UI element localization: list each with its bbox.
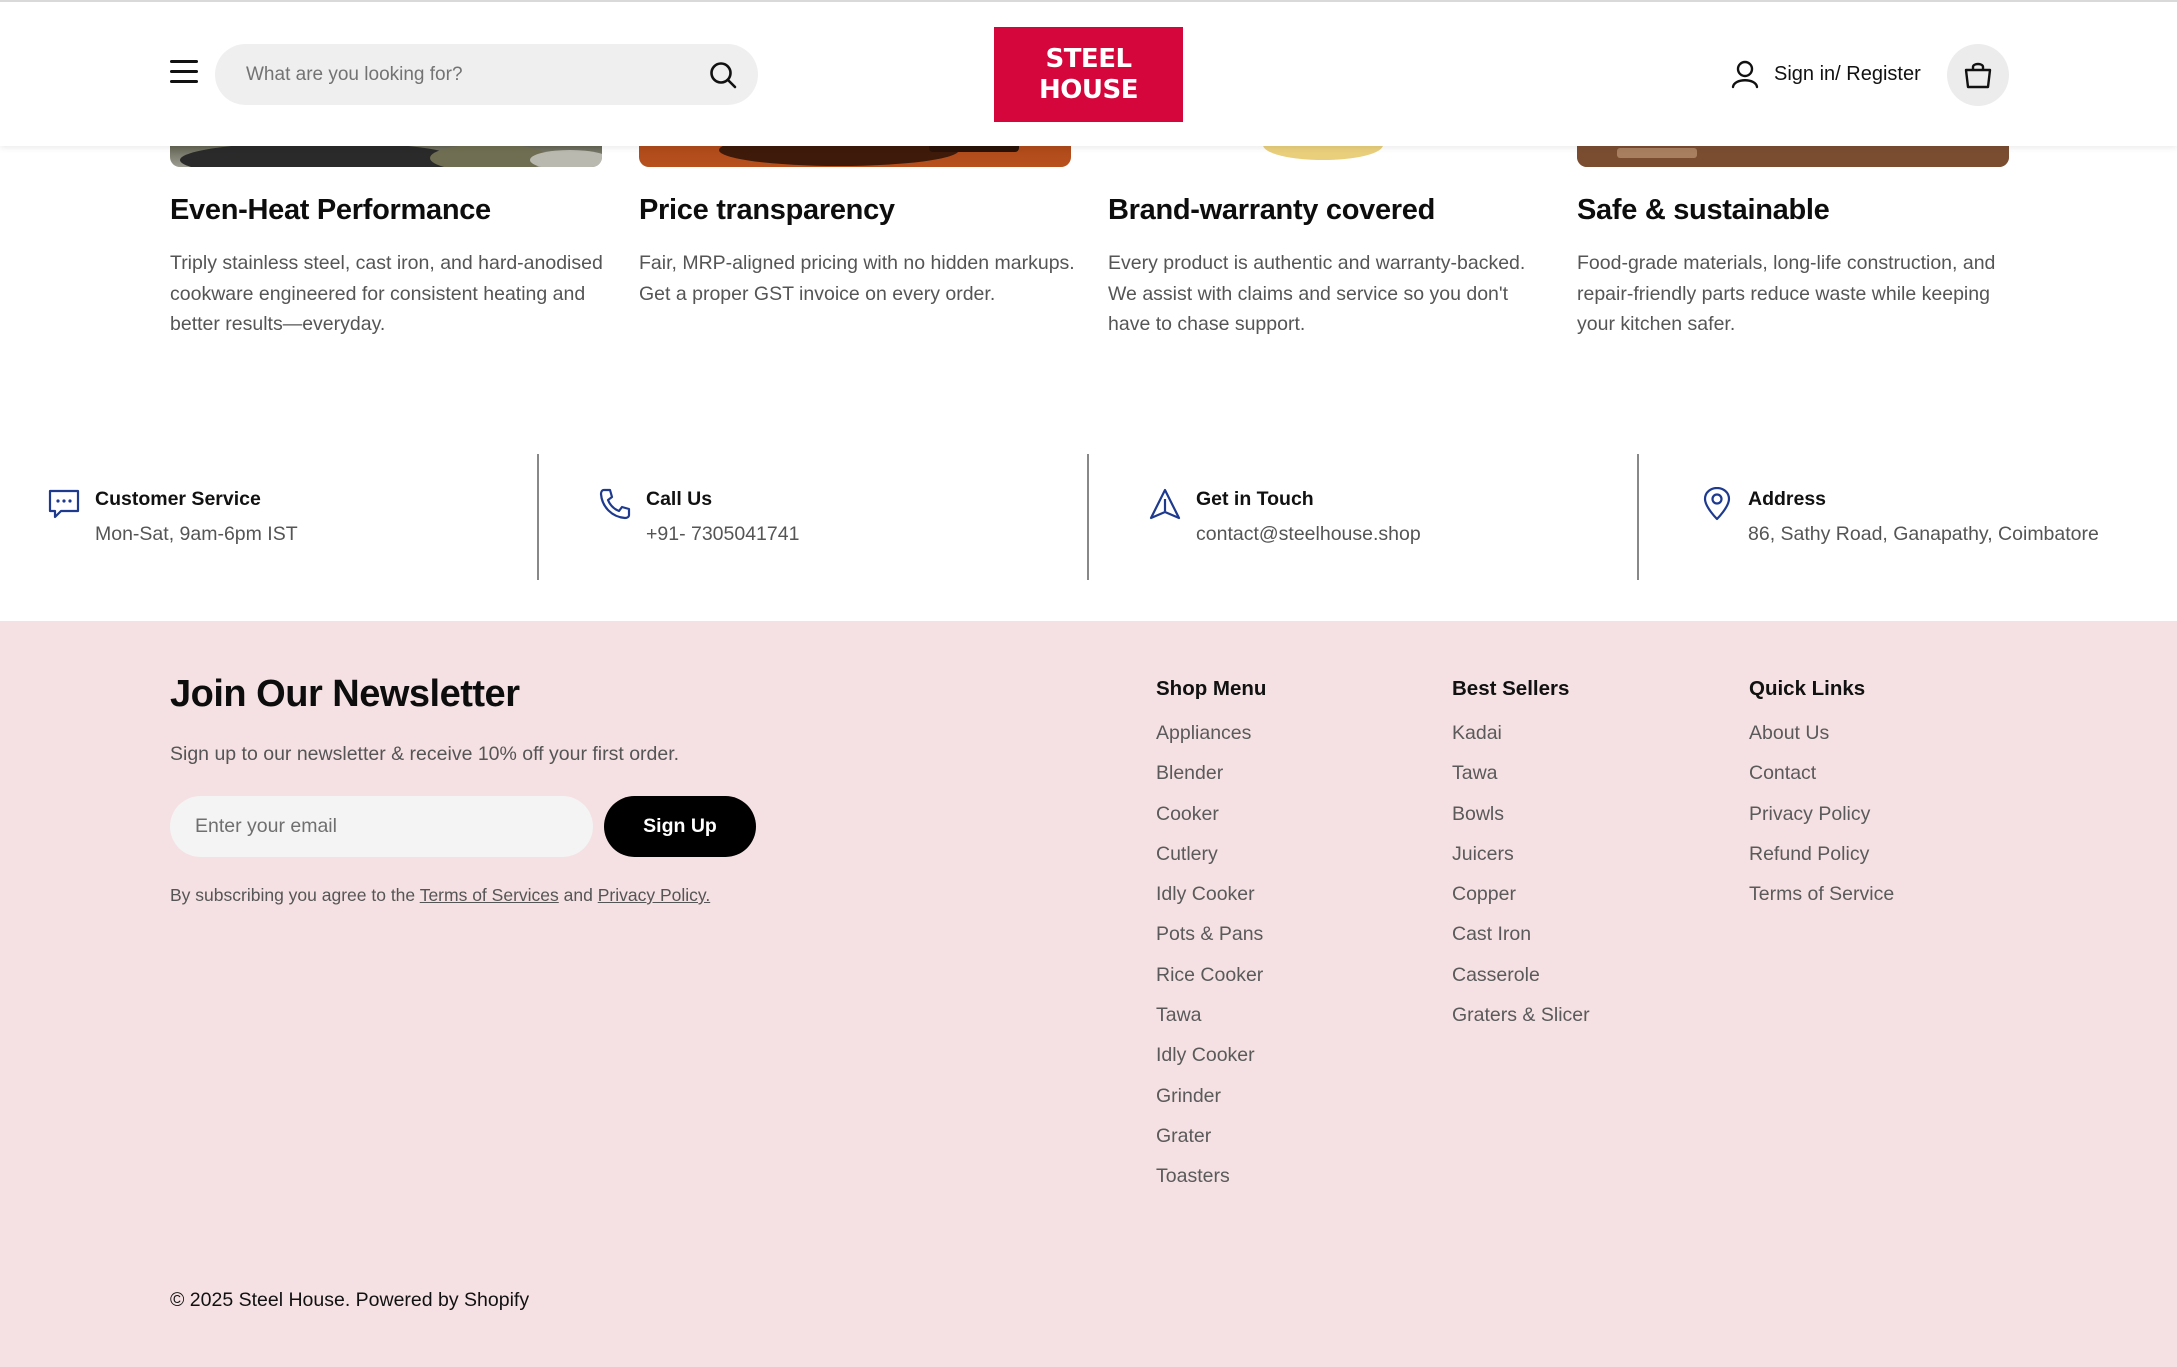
footer-link[interactable]: Copper <box>1452 874 1590 914</box>
footer-link[interactable]: Cooker <box>1156 794 1266 834</box>
feature-title: Even-Heat Performance <box>170 194 491 226</box>
sign-in-register-link[interactable]: Sign in/ Register <box>1730 56 1921 92</box>
contact-divider <box>1087 454 1089 580</box>
footer-link[interactable]: Blender <box>1156 753 1266 793</box>
header-top-border <box>0 0 2177 2</box>
shopping-bag-icon <box>1964 62 1992 89</box>
footer-link[interactable]: Privacy Policy <box>1749 794 1894 834</box>
send-icon <box>1149 488 1181 520</box>
terms-prefix: By subscribing you agree to the <box>170 885 416 905</box>
contact-title: Address <box>1748 488 1827 510</box>
feature-description: Food-grade materials, long-life construc… <box>1577 252 1996 335</box>
contact-title: Call Us <box>646 488 713 510</box>
search-bar <box>215 44 758 105</box>
footer-link[interactable]: Juicers <box>1452 834 1590 874</box>
footer-link-list: Kadai Tawa Bowls Juicers Copper Cast Iro… <box>1452 713 1590 1035</box>
footer-link[interactable]: Toasters <box>1156 1156 1266 1196</box>
footer-link[interactable]: Rice Cooker <box>1156 955 1266 995</box>
footer-link[interactable]: Kadai <box>1452 713 1590 753</box>
footer-link[interactable]: Idly Cooker <box>1156 1035 1266 1075</box>
contact-divider <box>1637 454 1639 580</box>
location-pin-icon <box>1703 487 1731 521</box>
menu-bar <box>170 70 198 73</box>
contact-value: 86, Sathy Road, Ganapathy, Coimbatore <box>1748 523 2099 545</box>
menu-bar <box>170 60 198 63</box>
contact-title: Get in Touch <box>1196 488 1314 510</box>
feature-description: Every product is authentic and warranty-… <box>1108 252 1526 335</box>
cart-button[interactable] <box>1947 44 2009 106</box>
footer-link[interactable]: Tawa <box>1156 995 1266 1035</box>
footer-column-shop-menu: Shop Menu Appliances Blender Cooker Cutl… <box>1156 677 1266 1197</box>
footer-link[interactable]: Terms of Service <box>1749 874 1894 914</box>
sign-in-label: Sign in/ Register <box>1774 62 1921 85</box>
newsletter-title: Join Our Newsletter <box>170 673 520 715</box>
contact-value: Mon-Sat, 9am-6pm IST <box>95 523 298 545</box>
site-footer: Join Our Newsletter Sign up to our newsl… <box>0 621 2177 1367</box>
footer-link[interactable]: Cutlery <box>1156 834 1266 874</box>
logo-text-line1: STEEL <box>1045 43 1132 74</box>
search-input[interactable] <box>246 44 686 105</box>
steel-house-logo[interactable]: STEEL HOUSE <box>994 27 1183 122</box>
site-header: STEEL HOUSE Sign in/ Register <box>0 0 2177 146</box>
sign-up-button[interactable]: Sign Up <box>604 796 756 857</box>
footer-link[interactable]: Appliances <box>1156 713 1266 753</box>
footer-column-title: Shop Menu <box>1156 677 1267 700</box>
search-icon[interactable] <box>708 60 738 90</box>
terms-and: and <box>563 885 593 905</box>
copyright-text: © 2025 Steel House. Powered by Shopify <box>170 1289 530 1311</box>
feature-description: Triply stainless steel, cast iron, and h… <box>170 252 603 335</box>
phone-icon <box>599 488 631 520</box>
newsletter-subtitle: Sign up to our newsletter & receive 10% … <box>170 743 680 765</box>
newsletter-email-input[interactable] <box>170 796 593 857</box>
terms-of-services-link[interactable]: Terms of Services <box>420 885 559 905</box>
footer-link-list: Appliances Blender Cooker Cutlery Idly C… <box>1156 713 1266 1197</box>
footer-link[interactable]: Grater <box>1156 1116 1266 1156</box>
logo-text-line2: HOUSE <box>1039 74 1138 105</box>
contact-divider <box>537 454 539 580</box>
footer-column-quick-links: Quick Links About Us Contact Privacy Pol… <box>1749 677 1894 914</box>
footer-column-title: Quick Links <box>1749 677 1866 700</box>
newsletter-terms: By subscribing you agree to the Terms of… <box>170 885 710 906</box>
feature-title: Price transparency <box>639 194 895 226</box>
footer-link[interactable]: About Us <box>1749 713 1894 753</box>
menu-bar <box>170 80 198 83</box>
feature-title: Brand-warranty covered <box>1108 194 1436 226</box>
chat-icon <box>48 489 80 519</box>
privacy-policy-link[interactable]: Privacy Policy. <box>598 885 710 905</box>
footer-link[interactable]: Idly Cooker <box>1156 874 1266 914</box>
contact-value[interactable]: +91- 7305041741 <box>646 523 799 546</box>
footer-link[interactable]: Bowls <box>1452 794 1590 834</box>
footer-link[interactable]: Graters & Slicer <box>1452 995 1590 1035</box>
footer-link[interactable]: Tawa <box>1452 753 1590 793</box>
user-icon <box>1731 60 1759 89</box>
contact-title: Customer Service <box>95 488 261 510</box>
feature-description: Fair, MRP-aligned pricing with no hidden… <box>639 252 1075 305</box>
footer-link[interactable]: Casserole <box>1452 955 1590 995</box>
footer-column-best-sellers: Best Sellers Kadai Tawa Bowls Juicers Co… <box>1452 677 1590 1035</box>
footer-link[interactable]: Cast Iron <box>1452 914 1590 954</box>
contact-value[interactable]: contact@steelhouse.shop <box>1196 523 1421 546</box>
footer-link[interactable]: Refund Policy <box>1749 834 1894 874</box>
footer-link[interactable]: Grinder <box>1156 1076 1266 1116</box>
footer-column-title: Best Sellers <box>1452 677 1570 700</box>
footer-link[interactable]: Pots & Pans <box>1156 914 1266 954</box>
feature-title: Safe & sustainable <box>1577 194 1830 226</box>
footer-link[interactable]: Contact <box>1749 753 1894 793</box>
hamburger-menu-button[interactable] <box>170 60 200 86</box>
footer-link-list: About Us Contact Privacy Policy Refund P… <box>1749 713 1894 914</box>
